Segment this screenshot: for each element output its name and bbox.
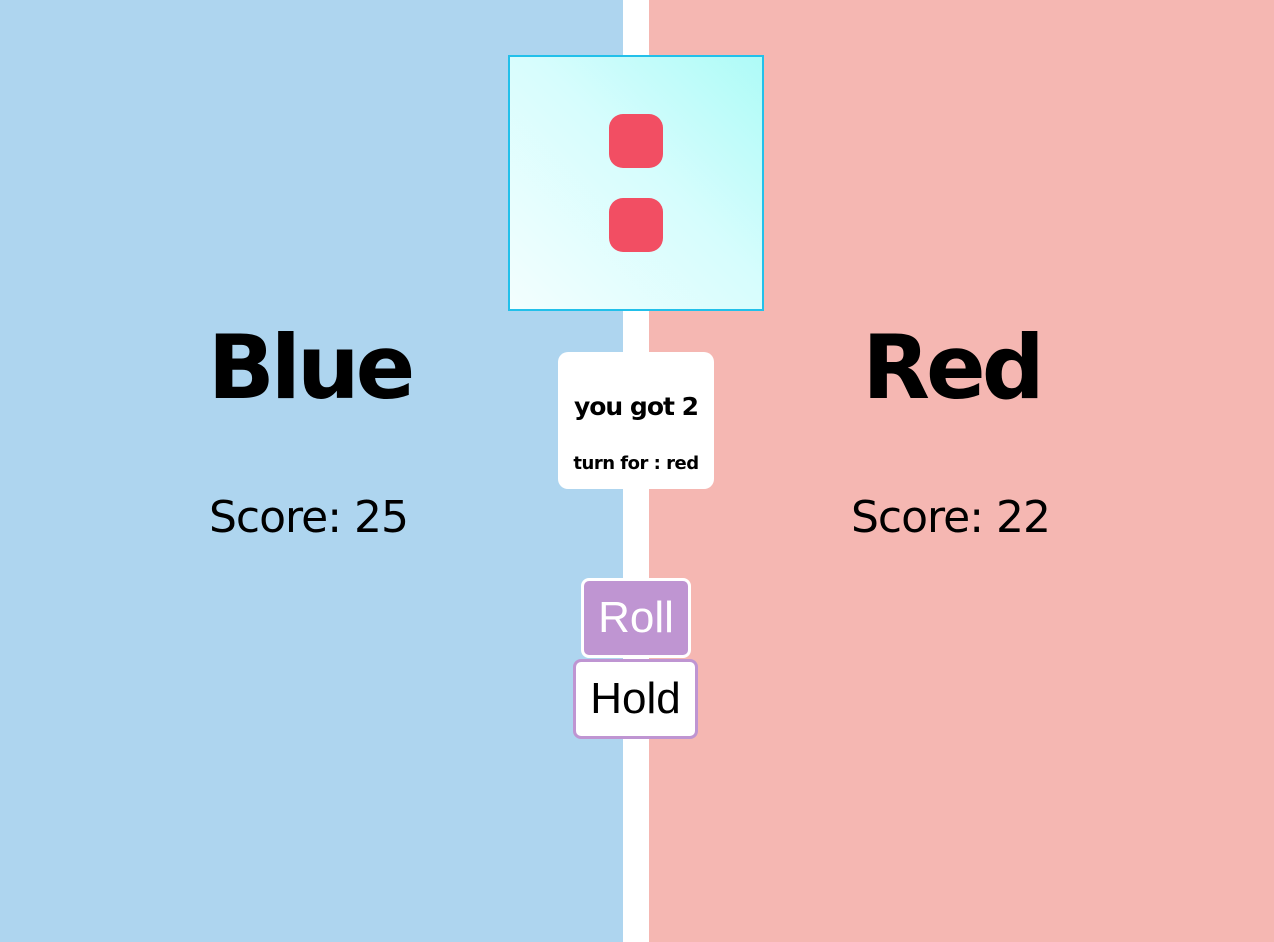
roll-button[interactable]: Roll (581, 578, 691, 658)
dice-pip (609, 114, 663, 168)
red-player-name: Red (862, 316, 1044, 419)
dice-pip (609, 198, 663, 252)
red-player-score: Score: 22 (850, 492, 1051, 543)
blue-player-name: Blue (207, 316, 416, 419)
roll-message-box: you got 2 turn for : red (558, 352, 714, 489)
game-board: Blue Score: 25 Red Score: 22 you got 2 t… (0, 0, 1274, 942)
hold-button[interactable]: Hold (573, 659, 698, 739)
roll-result-text: you got 2 (573, 392, 699, 421)
turn-indicator-text: turn for : red (573, 453, 699, 474)
dice-face (508, 55, 764, 311)
blue-player-score: Score: 25 (208, 492, 409, 543)
